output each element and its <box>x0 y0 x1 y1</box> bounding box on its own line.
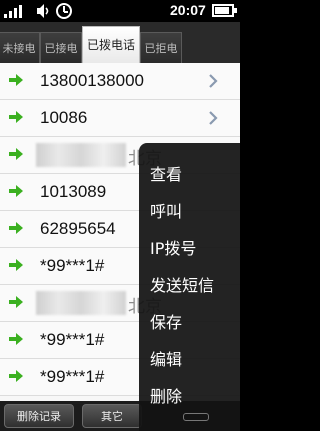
context-menu: 查看 呼叫 IP拨号 发送短信 保存 编辑 删除 <box>139 143 240 431</box>
call-row[interactable]: 13800138000 <box>0 63 240 100</box>
menu-handle-icon[interactable] <box>183 413 209 421</box>
call-number: *99***1# <box>40 330 105 349</box>
outgoing-arrow-icon <box>9 222 23 234</box>
outgoing-arrow-icon <box>9 259 23 271</box>
outgoing-arrow-icon <box>9 148 23 160</box>
call-number: 62895654 <box>40 219 116 238</box>
status-bar: 20:07 <box>0 0 240 22</box>
signal-icon <box>4 4 26 18</box>
menu-item-save[interactable]: 保存 <box>150 309 182 333</box>
menu-item-delete[interactable]: 删除 <box>150 383 182 407</box>
outgoing-arrow-icon <box>9 185 23 197</box>
call-number: *99***1# <box>40 256 105 275</box>
tab-rejected-calls[interactable]: 已拒电 <box>140 32 182 63</box>
call-number: *99***1# <box>40 367 105 386</box>
tab-received-calls[interactable]: 已接电 <box>40 32 82 63</box>
call-number: 13800138000 <box>40 71 145 90</box>
call-log-tabs: 未接电 已接电 已拨电话 已拒电 <box>0 22 240 63</box>
menu-item-ip-dial[interactable]: IP拨号 <box>150 235 196 259</box>
outgoing-arrow-icon <box>9 370 23 382</box>
menu-item-call[interactable]: 呼叫 <box>150 198 182 222</box>
call-number: 10086 <box>40 108 88 127</box>
outgoing-arrow-icon <box>9 333 23 345</box>
outgoing-arrow-icon <box>9 111 23 123</box>
chevron-right-icon[interactable] <box>206 109 220 127</box>
battery-icon <box>212 4 237 17</box>
delete-records-button[interactable]: 删除记录 <box>4 404 74 428</box>
status-time: 20:07 <box>170 2 206 18</box>
call-row[interactable]: 10086 <box>0 100 240 137</box>
menu-item-view[interactable]: 查看 <box>150 161 182 185</box>
blurred-number <box>36 143 126 167</box>
alarm-icon <box>56 3 72 19</box>
blurred-number <box>36 291 126 315</box>
tab-dialed-calls[interactable]: 已拨电话 <box>82 26 140 63</box>
chevron-right-icon[interactable] <box>206 72 220 90</box>
outgoing-arrow-icon <box>9 296 23 308</box>
outgoing-arrow-icon <box>9 74 23 86</box>
menu-item-edit[interactable]: 编辑 <box>150 346 182 370</box>
menu-item-send-sms[interactable]: 发送短信 <box>150 272 214 296</box>
other-button[interactable]: 其它 <box>82 404 142 428</box>
call-number: 1013089 <box>40 182 107 201</box>
tab-missed-calls[interactable]: 未接电 <box>0 32 40 63</box>
speaker-icon <box>37 4 49 18</box>
